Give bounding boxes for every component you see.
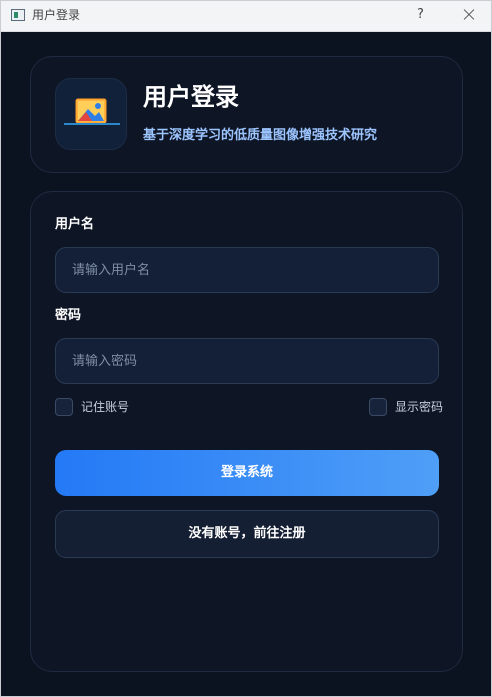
remember-account-checkbox[interactable] — [55, 398, 73, 416]
login-window: 用户登录 ? 用户登录 基于深度学习的低质量图像增强技术研究 用户名 密码 — [0, 0, 492, 697]
window-title: 用户登录 — [32, 8, 81, 22]
help-button[interactable]: ? — [417, 6, 424, 24]
header-card: 用户登录 基于深度学习的低质量图像增强技术研究 — [30, 56, 463, 173]
page-title: 用户登录 — [143, 83, 239, 111]
password-input[interactable] — [55, 338, 439, 384]
login-button[interactable]: 登录系统 — [55, 450, 439, 496]
show-password-checkbox[interactable] — [369, 398, 387, 416]
close-icon[interactable] — [460, 5, 478, 25]
register-button[interactable]: 没有账号，前往注册 — [55, 510, 439, 558]
main-content: 用户登录 基于深度学习的低质量图像增强技术研究 用户名 密码 记住账号 显示密码… — [1, 32, 491, 696]
show-password-label[interactable]: 显示密码 — [395, 399, 443, 415]
app-window-icon — [11, 9, 25, 21]
title-bar: 用户登录 ? — [1, 1, 491, 32]
password-label: 密码 — [55, 308, 82, 323]
image-landscape-icon — [55, 78, 127, 150]
page-subtitle: 基于深度学习的低质量图像增强技术研究 — [143, 128, 378, 143]
username-input[interactable] — [55, 247, 439, 293]
login-form-card: 用户名 密码 记住账号 显示密码 登录系统 没有账号，前往注册 — [30, 191, 463, 672]
username-label: 用户名 — [55, 217, 95, 232]
remember-account-label[interactable]: 记住账号 — [81, 399, 129, 415]
